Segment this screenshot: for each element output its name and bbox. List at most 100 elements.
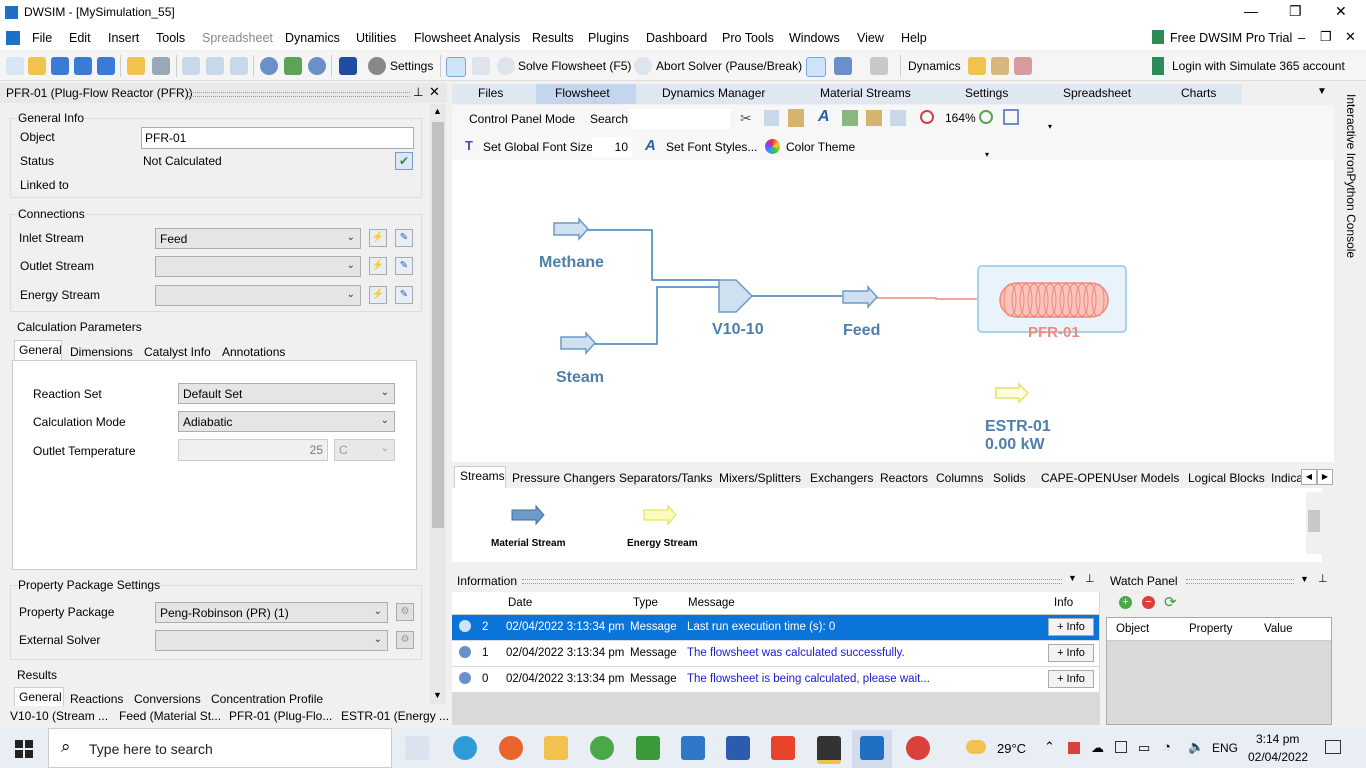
toolbar-overflow-icon[interactable]: ▾	[1048, 122, 1052, 131]
wifi-icon[interactable]: ◔	[1163, 739, 1171, 754]
device-icon[interactable]	[1115, 741, 1127, 753]
dwsim-taskbar-icon[interactable]	[860, 736, 884, 760]
chrome-icon[interactable]	[906, 736, 930, 760]
task-view-icon[interactable]	[405, 736, 429, 760]
menu-plugins[interactable]: Plugins	[588, 31, 629, 45]
zoom-in-icon[interactable]	[979, 110, 993, 124]
flowsheet-canvas[interactable]: Methane Steam V10-10 Feed PFR-01 ESTR-01…	[452, 160, 1334, 462]
font-size-input[interactable]: 10	[592, 137, 632, 157]
energy-stream-palette-icon[interactable]	[643, 504, 677, 526]
tab-annotations[interactable]: Annotations	[217, 343, 290, 361]
set-font-styles-button[interactable]: Set Font Styles...	[666, 140, 757, 154]
save-icon[interactable]	[51, 57, 69, 75]
tab-material-streams[interactable]: Material Streams	[820, 86, 911, 100]
lightning-icon[interactable]: ⚡	[369, 229, 387, 247]
palette-tab-logical-blocks[interactable]: Logical Blocks	[1188, 471, 1265, 485]
solver-gear-icon[interactable]: ⚙	[396, 631, 414, 649]
cascade-windows-icon[interactable]	[182, 57, 200, 75]
about-icon[interactable]	[308, 57, 326, 75]
menu-file[interactable]: File	[32, 31, 52, 45]
cut-icon[interactable]: ✂	[740, 110, 752, 127]
inspector-icon[interactable]	[152, 57, 170, 75]
sticky-app-icon[interactable]	[817, 736, 841, 764]
menu-dashboard[interactable]: Dashboard	[646, 31, 707, 45]
tray-chevron-icon[interactable]: ⌃	[1044, 739, 1055, 755]
tabs-dropdown-icon[interactable]: ▼	[1317, 86, 1327, 97]
info-dropdown-icon[interactable]: ▼	[1068, 573, 1077, 583]
close-icon[interactable]: ✕	[1335, 3, 1347, 20]
object-tab-pfr-01[interactable]: PFR-01 (Plug-Flo...	[229, 709, 332, 723]
tab-settings[interactable]: Settings	[965, 86, 1008, 100]
notes-icon[interactable]	[636, 736, 660, 760]
help-icon[interactable]	[260, 57, 278, 75]
chart-object-icon[interactable]	[842, 110, 858, 126]
palette-tab-reactors[interactable]: Reactors	[880, 471, 928, 485]
clock-date[interactable]: 02/04/2022	[1248, 750, 1308, 764]
save-all-icon[interactable]	[97, 57, 115, 75]
menu-results[interactable]: Results	[532, 31, 574, 45]
menu-spreadsheet[interactable]: Spreadsheet	[202, 31, 273, 45]
mixer-icon[interactable]	[718, 279, 754, 313]
info-button[interactable]: + Info	[1048, 644, 1094, 662]
menu-flowsheet-analysis[interactable]: Flowsheet Analysis	[414, 31, 520, 45]
edit-connection-icon[interactable]: ✎	[395, 257, 413, 275]
menu-help[interactable]: Help	[901, 31, 927, 45]
table-row[interactable]: 2 02/04/2022 3:13:34 pm Message Last run…	[452, 615, 1099, 640]
volume-icon[interactable]: 🔈	[1188, 739, 1204, 755]
tab-flowsheet[interactable]: Flowsheet	[555, 86, 610, 100]
toolbar2-overflow-icon[interactable]: ▾	[985, 150, 989, 159]
word-icon[interactable]	[726, 736, 750, 760]
menu-dynamics[interactable]: Dynamics	[285, 31, 340, 45]
calculation-mode-select[interactable]: Adiabatic ⌄	[178, 411, 395, 432]
xbox-icon[interactable]	[590, 736, 614, 760]
undo-icon[interactable]	[834, 57, 852, 75]
power-icon[interactable]	[806, 57, 826, 77]
clock-time[interactable]: 3:14 pm	[1256, 732, 1299, 746]
outlet-stream-select[interactable]: ⌄	[155, 256, 361, 277]
paste-icon[interactable]	[788, 109, 804, 127]
copy-icon[interactable]	[764, 110, 779, 126]
settings-button[interactable]: Settings	[390, 59, 433, 73]
plugins-icon[interactable]	[284, 57, 302, 75]
windows-start-icon[interactable]	[15, 740, 33, 758]
scroll-down-icon[interactable]: ▼	[433, 690, 442, 700]
palette-scroll-thumb[interactable]	[1308, 510, 1320, 532]
remove-watch-icon[interactable]: −	[1142, 596, 1155, 609]
tab-scroll-left-icon[interactable]: ◀	[1301, 469, 1317, 485]
steam-stream-icon[interactable]	[560, 331, 597, 355]
language-indicator[interactable]: ENG	[1212, 741, 1238, 755]
edit-connection-icon[interactable]: ✎	[395, 286, 413, 304]
palette-tab-solids[interactable]: Solids	[993, 471, 1026, 485]
mail-icon[interactable]	[681, 736, 705, 760]
file-explorer-icon[interactable]	[544, 736, 568, 760]
solve-flowsheet-button[interactable]: Solve Flowsheet (F5)	[518, 59, 631, 73]
result-tab-general[interactable]: General	[14, 688, 67, 706]
gear-icon[interactable]	[368, 57, 386, 75]
text-icon[interactable]: A	[818, 108, 830, 126]
menu-tools[interactable]: Tools	[156, 31, 185, 45]
reaction-set-select[interactable]: Default Set ⌄	[178, 383, 395, 404]
lightning-icon[interactable]: ⚡	[369, 286, 387, 304]
redo-icon[interactable]	[870, 57, 888, 75]
palette-tab-exchangers[interactable]: Exchangers	[810, 471, 873, 485]
new-file-icon[interactable]	[6, 57, 24, 75]
status-check-icon[interactable]: ✔	[395, 152, 413, 170]
tile-horizontal-icon[interactable]	[230, 57, 248, 75]
dwsim-logo-icon[interactable]	[339, 57, 357, 75]
info-pin-icon[interactable]: ⊥	[1085, 572, 1095, 585]
add-watch-icon[interactable]: +	[1119, 596, 1132, 609]
edit-connection-icon[interactable]: ✎	[395, 229, 413, 247]
menu-pro-tools[interactable]: Pro Tools	[722, 31, 774, 45]
property-package-select[interactable]: Peng-Robinson (PR) (1) ⌄	[155, 602, 388, 623]
mdi-minimize-icon[interactable]: –	[1298, 30, 1305, 45]
image-icon[interactable]	[866, 110, 882, 126]
firefox-icon[interactable]	[499, 736, 523, 760]
palette-tab-columns[interactable]: Columns	[936, 471, 983, 485]
object-name-field[interactable]: PFR-01	[141, 127, 414, 149]
table-icon[interactable]	[890, 110, 906, 126]
search-input[interactable]	[630, 109, 730, 129]
palette-tab-pressure-changers[interactable]: Pressure Changers	[512, 471, 615, 485]
tab-catalyst-info[interactable]: Catalyst Info	[139, 343, 216, 361]
tab-spreadsheet[interactable]: Spreadsheet	[1063, 86, 1131, 100]
ironpython-console-tab[interactable]: Interactive IronPython Console	[1344, 94, 1358, 258]
